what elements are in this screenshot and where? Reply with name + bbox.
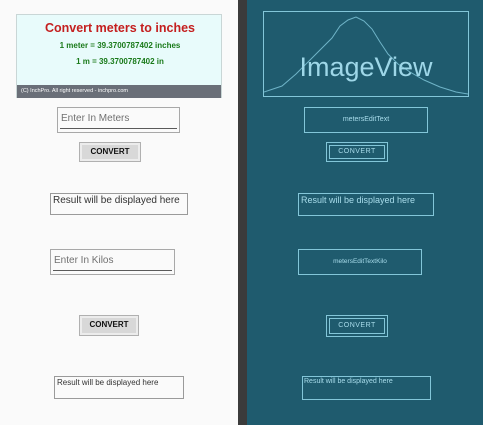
convert-button-1-outline: CONVERT [326, 142, 388, 162]
result-text-1-outline: Result will be displayed here [298, 193, 434, 216]
result-text-1: Result will be displayed here [50, 193, 188, 215]
result-text-2-outline: Result will be displayed here [302, 376, 431, 400]
imageview-placeholder: ImageView [263, 11, 469, 97]
convert-button-2-outline: CONVERT [326, 315, 388, 337]
kilos-edittext-outline: metersEditTextKilo [298, 249, 422, 275]
convert-button-1[interactable]: CONVERT [79, 142, 141, 162]
banner-conversion-line-2: 1 m = 39.3700787402 in [76, 57, 164, 66]
kilos-input[interactable]: Enter In Kilos [50, 249, 175, 275]
blueprint-preview: ImageView metersEditText CONVERT Result … [247, 0, 483, 425]
banner-footer: (C) InchPro. All right reserved - inchpr… [17, 85, 221, 98]
imageview-label: ImageView [299, 52, 433, 82]
meters-input-underline [60, 128, 177, 129]
meters-input[interactable]: Enter In Meters [57, 107, 180, 133]
kilos-input-underline [53, 270, 172, 271]
banner-title: Convert meters to inches [44, 21, 196, 35]
meters-edittext-outline: metersEditText [304, 107, 428, 133]
banner-conversion-line-1: 1 meter = 39.3700787402 inches [59, 41, 181, 50]
kilos-input-placeholder: Enter In Kilos [54, 255, 114, 266]
meters-input-placeholder: Enter In Meters [61, 113, 130, 124]
convert-button-2[interactable]: CONVERT [79, 315, 139, 336]
header-banner-image: Convert meters to inches 1 meter = 39.37… [16, 14, 222, 98]
result-text-2: Result will be displayed here [54, 376, 184, 399]
panel-divider [238, 0, 247, 425]
design-preview: Convert meters to inches 1 meter = 39.37… [0, 0, 238, 425]
